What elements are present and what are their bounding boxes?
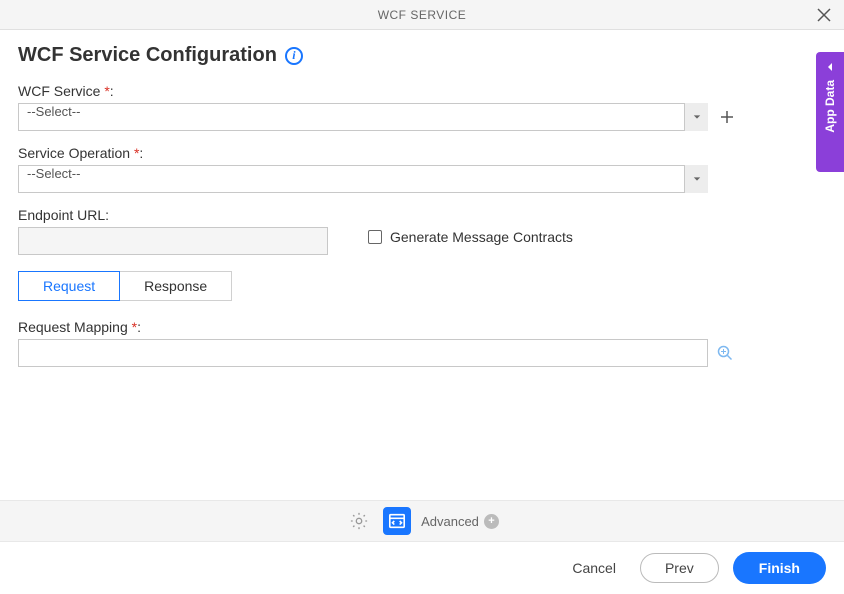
generate-contracts-group[interactable]: Generate Message Contracts <box>368 229 573 245</box>
footer: Cancel Prev Finish <box>0 542 844 594</box>
modal-header: WCF SERVICE <box>0 0 844 30</box>
request-mapping-field: Request Mapping *: <box>18 319 826 367</box>
cancel-button[interactable]: Cancel <box>562 554 626 582</box>
finish-button[interactable]: Finish <box>733 552 826 584</box>
wcf-service-value: --Select-- <box>18 103 708 131</box>
gear-icon[interactable] <box>345 507 373 535</box>
add-wcf-service-icon[interactable] <box>718 108 736 126</box>
app-data-side-tab[interactable]: App Data <box>816 52 844 172</box>
lookup-icon[interactable] <box>716 344 734 362</box>
endpoint-row: Endpoint URL: Generate Message Contracts <box>18 207 826 255</box>
code-view-icon[interactable] <box>383 507 411 535</box>
tab-request[interactable]: Request <box>18 271 120 301</box>
request-mapping-input[interactable] <box>18 339 708 367</box>
form-body: WCF Service *: --Select-- Service Operat… <box>0 73 844 391</box>
info-icon[interactable]: i <box>285 47 303 65</box>
advanced-label: Advanced <box>421 514 479 529</box>
service-operation-field: Service Operation *: --Select-- <box>18 145 826 193</box>
modal-title: WCF SERVICE <box>378 8 467 22</box>
wcf-service-field: WCF Service *: --Select-- <box>18 83 826 131</box>
generate-contracts-label: Generate Message Contracts <box>390 229 573 245</box>
endpoint-url-label: Endpoint URL: <box>18 207 328 223</box>
endpoint-url-input[interactable] <box>18 227 328 255</box>
bottom-toolbar: Advanced + <box>0 500 844 542</box>
app-data-label: App Data <box>823 80 837 133</box>
wcf-service-label: WCF Service *: <box>18 83 826 99</box>
prev-button[interactable]: Prev <box>640 553 719 583</box>
advanced-button[interactable]: Advanced + <box>421 514 499 529</box>
page-title: WCF Service Configuration <box>18 44 277 67</box>
service-operation-label: Service Operation *: <box>18 145 826 161</box>
wcf-service-select[interactable]: --Select-- <box>18 103 708 131</box>
service-operation-select[interactable]: --Select-- <box>18 165 708 193</box>
close-icon[interactable] <box>816 7 832 23</box>
service-operation-value: --Select-- <box>18 165 708 193</box>
tabs: Request Response <box>18 271 826 301</box>
plus-circle-icon: + <box>484 514 499 529</box>
page-title-row: WCF Service Configuration i <box>0 30 844 73</box>
generate-contracts-checkbox[interactable] <box>368 230 382 244</box>
request-mapping-label: Request Mapping *: <box>18 319 826 335</box>
tab-response[interactable]: Response <box>120 271 232 301</box>
